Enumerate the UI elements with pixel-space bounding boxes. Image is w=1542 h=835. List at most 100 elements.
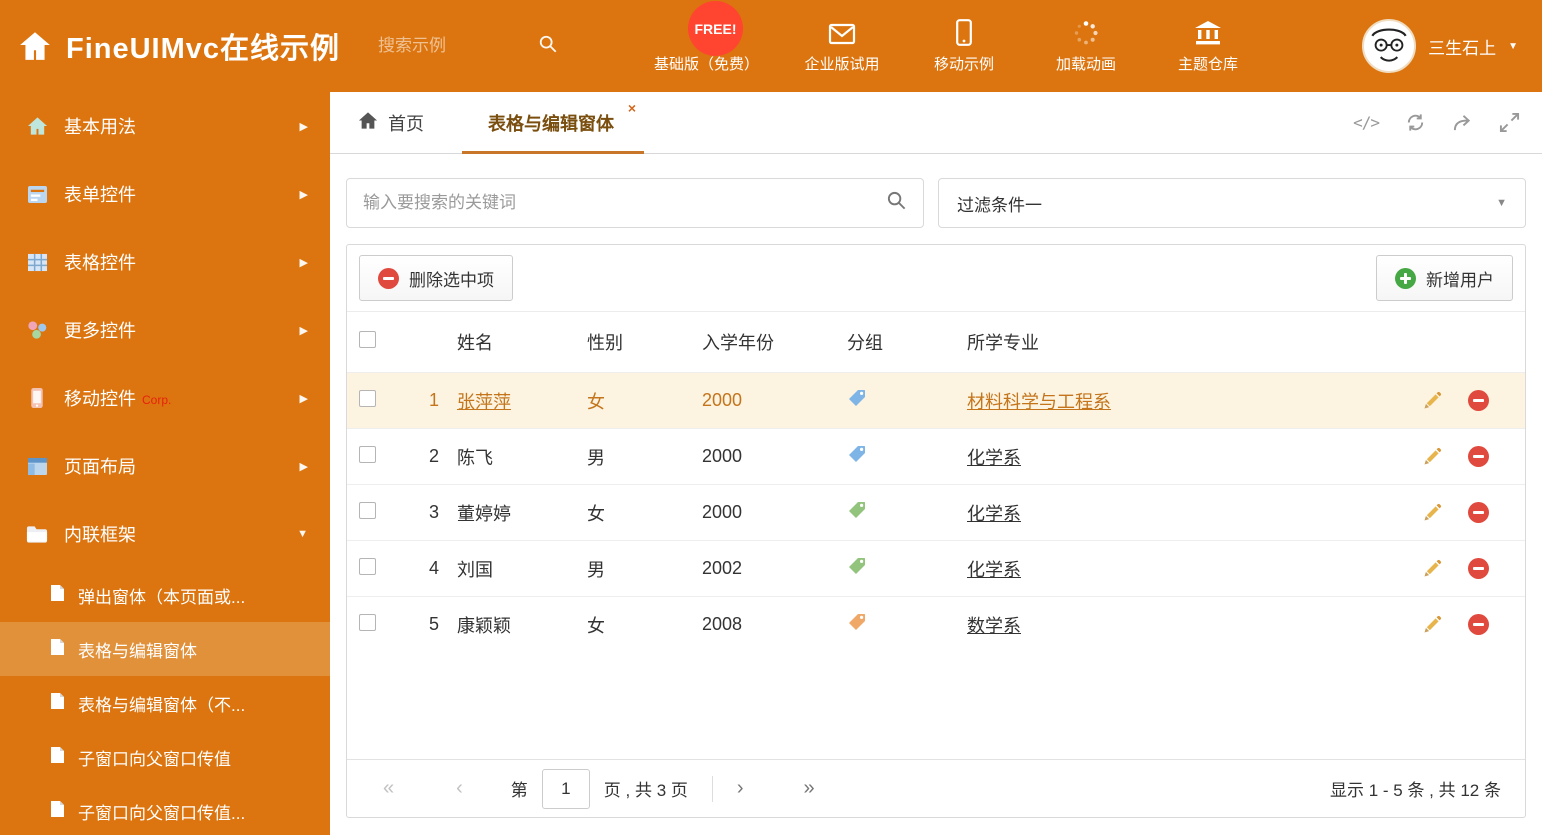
row-checkbox[interactable] <box>359 445 376 463</box>
sidebar-subitem-grid-edit-window-alt[interactable]: 表格与编辑窗体（不... <box>0 676 330 730</box>
prev-page-button[interactable]: ‹ <box>456 777 463 800</box>
edit-icon[interactable] <box>1422 391 1442 411</box>
sidebar-subitem-grid-edit-window[interactable]: 表格与编辑窗体 <box>0 622 330 676</box>
row-checkbox[interactable] <box>359 613 376 631</box>
table-row[interactable]: 4 刘国 男 2002 化学系 <box>347 540 1525 596</box>
row-checkbox[interactable] <box>359 501 376 519</box>
nav-label: 基础版（免费） <box>654 56 760 73</box>
page-label-total: 页 , 共 3 页 <box>603 781 688 800</box>
filter-dropdown[interactable]: 过滤条件一 ▼ <box>938 178 1526 228</box>
user-menu[interactable]: 三生石上 ▼ <box>1362 19 1518 73</box>
delete-icon[interactable] <box>1468 558 1489 579</box>
keyword-search-input[interactable] <box>363 193 886 213</box>
edit-icon[interactable] <box>1422 559 1442 579</box>
bank-icon <box>1194 18 1222 46</box>
nav-label: 主题仓库 <box>1178 56 1239 73</box>
sidebar-subitem-child-to-parent[interactable]: 子窗口向父窗口传值 <box>0 730 330 784</box>
nav-item-mobile-demo[interactable]: 移动示例 <box>925 18 1003 74</box>
year-cell: 2000 <box>702 390 743 410</box>
tag-icon[interactable] <box>847 556 967 581</box>
tag-icon[interactable] <box>847 500 967 525</box>
sidebar-item-page-layout[interactable]: 页面布局 ▶ <box>0 432 330 500</box>
delete-icon[interactable] <box>1468 502 1489 523</box>
delete-icon[interactable] <box>1468 390 1489 411</box>
grid-panel: 删除选中项 新增用户 姓名 性别 入学年份 分组 所学专业 1 张萍萍 女 20… <box>346 244 1526 818</box>
gender-cell: 女 <box>587 615 605 636</box>
nav-item-loading-animations[interactable]: 加载动画 <box>1047 18 1125 74</box>
student-name-link[interactable]: 张萍萍 <box>457 388 587 414</box>
column-header-gender: 性别 <box>587 333 623 353</box>
home-icon <box>26 115 48 137</box>
row-checkbox[interactable] <box>359 389 376 407</box>
sidebar-item-label: 表格控件 <box>64 253 136 273</box>
table-row[interactable]: 3 董婷婷 女 2000 化学系 <box>347 484 1525 540</box>
student-name: 康颖颖 <box>457 615 511 636</box>
row-checkbox[interactable] <box>359 557 376 575</box>
sidebar-subitem-popup-window[interactable]: 弹出窗体（本页面或... <box>0 568 330 622</box>
table-row[interactable]: 5 康颖颖 女 2008 数学系 <box>347 596 1525 652</box>
nav-item-theme-repo[interactable]: 主题仓库 <box>1169 18 1247 74</box>
add-user-label: 新增用户 <box>1426 270 1494 290</box>
sidebar-item-mobile-controls[interactable]: 移动控件 Corp. ▶ <box>0 364 330 432</box>
major-link[interactable]: 材料科学与工程系 <box>967 392 1111 412</box>
major-link[interactable]: 化学系 <box>967 448 1021 468</box>
view-source-icon[interactable]: </> <box>1353 113 1380 132</box>
major-link[interactable]: 化学系 <box>967 504 1021 524</box>
header-search-input[interactable] <box>378 36 529 56</box>
share-icon[interactable] <box>1452 112 1473 133</box>
grid-icon <box>26 251 48 273</box>
sidebar-item-grid-controls[interactable]: 表格控件 ▶ <box>0 228 330 296</box>
edit-icon[interactable] <box>1422 503 1442 523</box>
file-icon <box>50 746 65 769</box>
table-row[interactable]: 2 陈飞 男 2000 化学系 <box>347 428 1525 484</box>
edit-icon[interactable] <box>1422 615 1442 635</box>
page-number-input[interactable] <box>541 768 590 809</box>
pagination-bar: « ‹ 第 页 , 共 3 页 › » 显示 1 - 5 条 , 共 12 条 <box>347 759 1525 817</box>
delete-selected-button[interactable]: 删除选中项 <box>359 255 513 301</box>
file-icon <box>50 638 65 661</box>
close-icon[interactable]: × <box>628 101 636 115</box>
first-page-button[interactable]: « <box>383 777 394 800</box>
delete-icon[interactable] <box>1468 614 1489 635</box>
refresh-icon[interactable] <box>1405 112 1426 133</box>
nav-item-enterprise-trial[interactable]: 企业版试用 <box>803 18 881 74</box>
tab-grid-edit-window[interactable]: 表格与编辑窗体 × <box>462 92 644 154</box>
delete-icon[interactable] <box>1468 446 1489 467</box>
sidebar-subitem-child-to-parent-alt[interactable]: 子窗口向父窗口传值... <box>0 784 330 835</box>
major-link[interactable]: 化学系 <box>967 560 1021 580</box>
table-header-row: 姓名 性别 入学年份 分组 所学专业 <box>347 312 1525 372</box>
last-page-button[interactable]: » <box>804 777 815 800</box>
add-user-button[interactable]: 新增用户 <box>1376 255 1513 301</box>
tag-icon[interactable] <box>847 388 967 413</box>
sidebar-subitem-label: 表格与编辑窗体 <box>78 641 197 661</box>
search-icon[interactable] <box>886 190 907 216</box>
tab-home[interactable]: 首页 <box>346 92 436 153</box>
app-logo-home-icon[interactable] <box>18 30 52 62</box>
select-all-checkbox[interactable] <box>359 331 376 348</box>
main-content: 首页 表格与编辑窗体 × </> 输入要搜索的关键词 过滤条件一 ▼ 删除选中项… <box>330 92 1542 835</box>
frame-icon <box>26 523 48 545</box>
next-page-button[interactable]: › <box>737 777 744 800</box>
tag-icon[interactable] <box>847 612 967 637</box>
tab-bar: 首页 表格与编辑窗体 × </> <box>330 92 1542 154</box>
row-index: 3 <box>428 502 439 522</box>
tag-icon[interactable] <box>847 444 967 469</box>
table-row[interactable]: 1 张萍萍 女 2000 材料科学与工程系 <box>347 372 1525 428</box>
column-header-year: 入学年份 <box>702 333 774 353</box>
file-icon <box>50 692 65 715</box>
sidebar-item-basic-usage[interactable]: 基本用法 ▶ <box>0 92 330 160</box>
major-link[interactable]: 数学系 <box>967 616 1021 636</box>
row-index: 2 <box>428 446 439 466</box>
sidebar-subitem-label: 表格与编辑窗体（不... <box>78 695 246 715</box>
year-cell: 2002 <box>702 558 743 578</box>
sidebar-item-form-controls[interactable]: 表单控件 ▶ <box>0 160 330 228</box>
edit-icon[interactable] <box>1422 447 1442 467</box>
sidebar-item-more-controls[interactable]: 更多控件 ▶ <box>0 296 330 364</box>
layout-icon <box>26 455 48 477</box>
sidebar-item-inline-frame[interactable]: 内联框架 ▼ <box>0 500 330 568</box>
gender-cell: 女 <box>587 503 605 524</box>
expand-icon[interactable] <box>1499 112 1520 133</box>
nav-label: 企业版试用 <box>804 56 880 73</box>
tab-active-label: 表格与编辑窗体 <box>488 113 614 134</box>
search-icon[interactable] <box>538 34 558 59</box>
